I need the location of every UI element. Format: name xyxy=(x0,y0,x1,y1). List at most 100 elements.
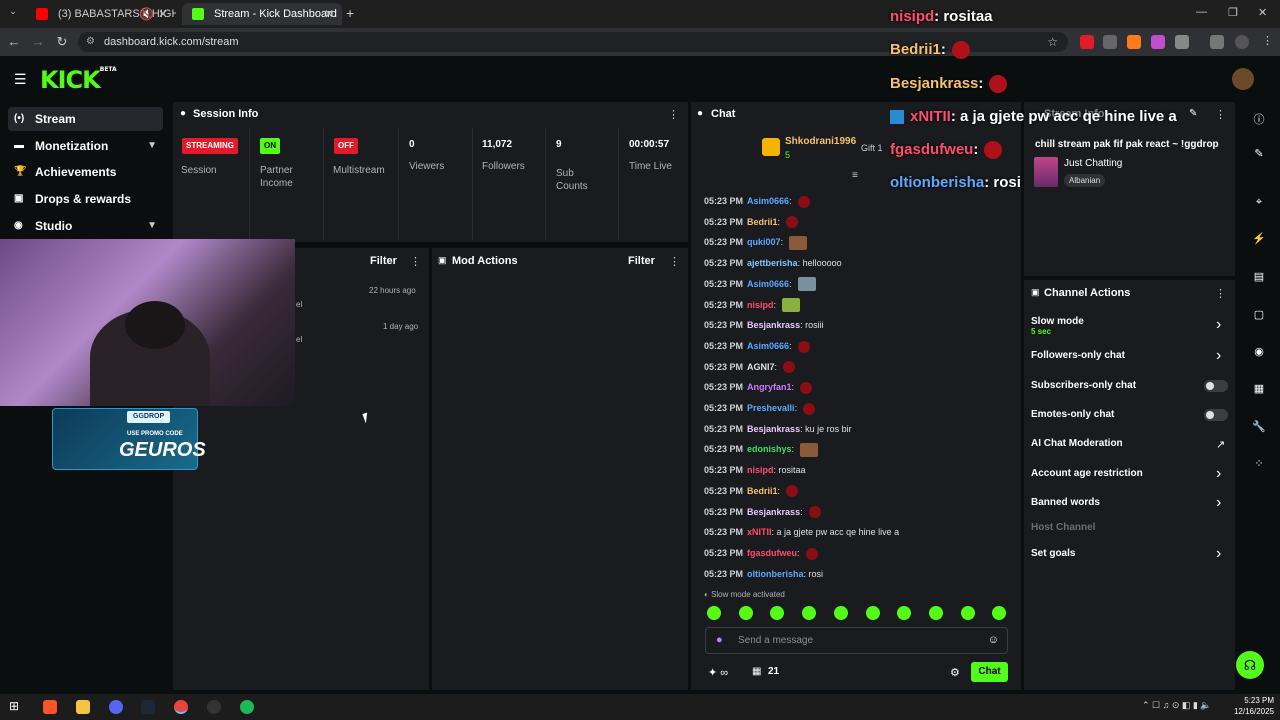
extension-icon[interactable] xyxy=(1151,35,1165,49)
message-username[interactable]: nisipd xyxy=(747,465,774,475)
start-menu-icon[interactable]: ⊞ xyxy=(9,699,19,713)
message-username[interactable]: AGNI7 xyxy=(747,362,775,372)
pinned-username[interactable]: Shkodrani1996 xyxy=(785,136,856,147)
extension-icon[interactable] xyxy=(1127,35,1141,49)
focus-icon[interactable]: ⌖ xyxy=(1251,196,1267,212)
close-tab-icon[interactable]: ✕ xyxy=(324,3,334,25)
channel-action-banned-words[interactable]: Banned words xyxy=(1031,497,1100,508)
quick-emote-icon[interactable] xyxy=(833,606,848,620)
chat-settings-icon[interactable]: ⚙ xyxy=(950,666,960,679)
sidebar-item-drops[interactable]: ▣ Drops & rewards xyxy=(8,187,163,211)
hamburger-menu-icon[interactable]: ☰ xyxy=(14,71,27,88)
message-username[interactable]: edonishys xyxy=(747,444,792,454)
dashboard-icon[interactable]: ▦ xyxy=(1251,382,1267,398)
quick-emote-icon[interactable] xyxy=(865,606,880,620)
support-headset-icon[interactable]: ☊ xyxy=(1236,651,1264,679)
tab-youtube[interactable]: (3) BABASTARS – HIGH 10 🔇 ✕ xyxy=(26,3,176,25)
more-options-icon[interactable]: ⋮ xyxy=(669,255,680,268)
external-link-icon[interactable]: ↗ xyxy=(1216,438,1225,451)
more-options-icon[interactable]: ⋮ xyxy=(1215,108,1226,121)
new-tab-button[interactable]: + xyxy=(346,5,354,21)
more-options-icon[interactable]: ⋮ xyxy=(410,255,421,268)
edit-icon[interactable]: ✎ xyxy=(1251,147,1267,163)
message-username[interactable]: Asim0666 xyxy=(747,341,789,351)
viewer-list-icon[interactable]: ▦ xyxy=(752,666,761,677)
info-icon[interactable]: ⓘ xyxy=(1251,111,1267,127)
sidebar-item-studio[interactable]: ◉ Studio ▼ xyxy=(8,214,163,238)
chrome-icon[interactable] xyxy=(174,700,188,714)
message-username[interactable]: xNITII xyxy=(747,527,772,537)
spotify-icon[interactable] xyxy=(240,700,254,714)
message-username[interactable]: Angryfan1 xyxy=(747,382,792,392)
bookmark-star-icon[interactable]: ☆ xyxy=(1047,32,1058,52)
filter-lines-icon[interactable]: ≡ xyxy=(852,170,858,181)
emoji-icon[interactable]: ☺ xyxy=(988,634,999,646)
message-username[interactable]: Besjankrass xyxy=(747,424,800,434)
channel-action-account-age-restriction[interactable]: Account age restriction xyxy=(1031,468,1143,479)
back-icon[interactable]: ← xyxy=(6,34,22,49)
message-username[interactable]: Bedrii1 xyxy=(747,486,778,496)
wrench-icon[interactable]: 🔧 xyxy=(1251,420,1267,436)
widgets-icon[interactable]: ⁘ xyxy=(1251,457,1267,473)
mute-icon[interactable]: 🔇 xyxy=(139,3,154,25)
channel-action-ai-chat-moderation[interactable]: AI Chat Moderation xyxy=(1031,438,1123,449)
brave-icon[interactable] xyxy=(43,700,57,714)
quick-emote-icon[interactable] xyxy=(928,606,943,620)
message-username[interactable]: Asim0666 xyxy=(747,196,789,206)
minimize-icon[interactable]: — xyxy=(1196,6,1207,18)
steam-icon[interactable] xyxy=(141,700,155,714)
message-username[interactable]: nisipd xyxy=(747,300,774,310)
chevron-right-icon[interactable]: › xyxy=(1216,466,1221,482)
category-name[interactable]: Just Chatting xyxy=(1064,158,1122,169)
close-tab-icon[interactable]: ✕ xyxy=(158,3,168,25)
user-avatar[interactable] xyxy=(1232,68,1254,90)
quick-emote-icon[interactable] xyxy=(802,606,817,620)
sidebar-item-achievements[interactable]: 🏆 Achievements xyxy=(8,160,163,184)
channel-action-host-channel[interactable]: Host Channel xyxy=(1031,522,1095,533)
chevron-right-icon[interactable]: › xyxy=(1216,348,1221,364)
lightning-icon[interactable]: ⚡ xyxy=(1251,232,1267,248)
message-username[interactable]: Besjankrass xyxy=(747,507,800,517)
forward-icon[interactable]: → xyxy=(30,34,46,49)
chat-icon[interactable]: ▢ xyxy=(1251,308,1267,324)
chevron-right-icon[interactable]: › xyxy=(1216,495,1221,511)
kick-logo[interactable]: KICKBETA xyxy=(40,66,117,94)
toggle-switch[interactable] xyxy=(1204,380,1228,392)
quick-emote-icon[interactable] xyxy=(738,606,753,620)
tab-kick-dashboard[interactable]: Stream - Kick Dashboard ✕ xyxy=(182,3,342,25)
toggle-switch[interactable] xyxy=(1204,409,1228,421)
message-username[interactable]: quki007 xyxy=(747,237,781,247)
sidebar-item-stream[interactable]: (•) Stream xyxy=(8,107,163,131)
site-info-icon[interactable]: ⚙ xyxy=(86,32,95,52)
close-window-icon[interactable]: ✕ xyxy=(1258,6,1267,19)
restore-icon[interactable]: ❐ xyxy=(1228,6,1238,19)
message-username[interactable]: Preshevalli xyxy=(747,403,795,413)
quick-emote-icon[interactable] xyxy=(707,606,721,620)
obs-icon[interactable] xyxy=(207,700,221,714)
chevron-right-icon[interactable]: › xyxy=(1216,317,1221,333)
chrome-profile-icon[interactable] xyxy=(109,700,123,714)
channel-action-followers-only-chat[interactable]: Followers-only chat xyxy=(1031,350,1125,361)
reload-icon[interactable]: ↻ xyxy=(54,34,70,50)
extensions-puzzle-icon[interactable] xyxy=(1175,35,1189,49)
chat-input[interactable]: ● Send a message ☺ xyxy=(705,627,1008,654)
broadcast-icon[interactable]: ◉ xyxy=(1251,345,1267,361)
points-icon[interactable]: ✦ ∞ xyxy=(708,666,728,679)
gift-label[interactable]: Gift 1 xyxy=(861,143,883,153)
message-username[interactable]: oltionberisha xyxy=(747,569,804,579)
more-options-icon[interactable]: ⋮ xyxy=(668,108,679,121)
reading-list-icon[interactable] xyxy=(1210,35,1224,49)
message-username[interactable]: Besjankrass xyxy=(747,320,800,330)
edit-pencil-icon[interactable]: ✎ xyxy=(1189,108,1197,119)
channel-action-set-goals[interactable]: Set goals xyxy=(1031,548,1075,559)
message-username[interactable]: Bedrii1 xyxy=(747,217,778,227)
quick-emote-icon[interactable] xyxy=(960,606,975,620)
channel-action-slow-mode[interactable]: Slow mode xyxy=(1031,316,1084,327)
channel-action-emotes-only-chat[interactable]: Emotes-only chat xyxy=(1031,409,1114,420)
extension-icon[interactable] xyxy=(1103,35,1117,49)
extension-icon[interactable] xyxy=(1080,35,1094,49)
send-chat-button[interactable]: Chat xyxy=(971,662,1008,682)
browser-menu-icon[interactable]: ⋮ xyxy=(1262,34,1273,47)
system-tray-icons[interactable]: ⌃ ☐ ♫ ⊙ ◧ ▮ 🔈 xyxy=(1142,700,1212,711)
file-explorer-icon[interactable] xyxy=(76,700,90,714)
